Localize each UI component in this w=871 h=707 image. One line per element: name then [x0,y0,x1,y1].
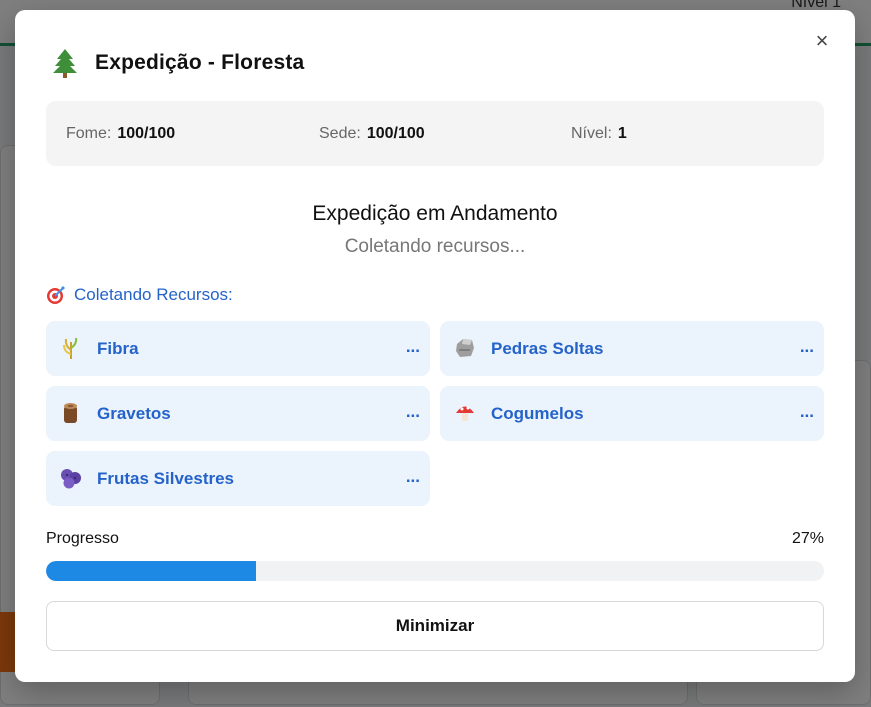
resource-name: Gravetos [97,404,171,423]
resource-name: Frutas Silvestres [97,469,235,488]
resource-status: ... [405,337,420,356]
modal-header: Expedição - Floresta [51,48,304,78]
resource-name: Pedras Soltas [491,339,604,358]
modal-title: Expedição - Floresta [95,51,305,74]
close-icon[interactable]: × [816,28,829,53]
fiber-icon [63,337,78,359]
stat-hunger: Fome: 100/100 [66,125,175,143]
progress-label: Progresso [46,530,119,547]
stat-level: Nível: 1 [571,125,627,143]
resource-status: ... [405,402,420,421]
minimize-button[interactable]: Minimizar [46,601,824,651]
status-subtitle: Coletando recursos... [344,236,526,257]
resource-card-cogumelos: Cogumelos ... [440,386,824,441]
stat-value: 100/100 [117,125,176,142]
resources-header: Coletando Recursos: [46,285,233,305]
stat-label: Sede: [319,125,361,142]
rock-icon [456,339,474,357]
stats-bar: Fome: 100/100 Sede: 100/100 Nível: 1 [46,101,824,166]
expedition-modal: × Expedição - Floresta Fome: 100/100 Sede… [15,10,855,682]
progress-bar-fill [46,561,257,581]
mushroom-icon [456,406,474,421]
resource-name: Cogumelos [491,404,584,423]
status-title: Expedição em Andamento [312,202,558,225]
resource-card-frutas-silvestres: Frutas Silvestres ... [46,451,430,506]
stat-value: 100/100 [366,125,425,142]
wood-icon [64,403,77,423]
resources-header-label: Coletando Recursos: [74,285,233,304]
resource-name: Fibra [97,339,139,358]
tree-icon [53,49,77,78]
resource-status: ... [799,337,814,356]
berries-icon [61,469,81,489]
close-button[interactable]: × [811,30,833,52]
stat-label: Fome: [66,125,112,142]
resource-card-fibra: Fibra ... [46,321,430,376]
stat-label: Nível: [571,125,612,142]
resource-card-pedras-soltas: Pedras Soltas ... [440,321,824,376]
stat-value: 1 [617,125,627,142]
resource-status: ... [799,402,814,421]
progress-bar [46,561,824,581]
stat-thirst: Sede: 100/100 [319,125,425,143]
resource-card-gravetos: Gravetos ... [46,386,430,441]
resource-status: ... [405,467,420,486]
progress-percent: 27% [791,530,824,547]
target-icon [47,286,65,304]
